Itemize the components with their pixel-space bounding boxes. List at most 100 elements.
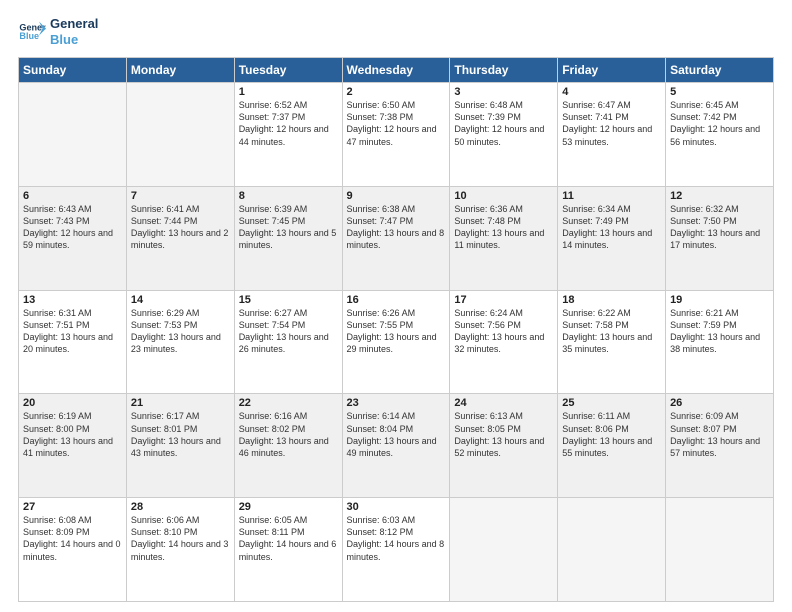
day-info: Sunrise: 6:48 AM Sunset: 7:39 PM Dayligh… <box>454 99 553 148</box>
calendar-cell: 26Sunrise: 6:09 AM Sunset: 8:07 PM Dayli… <box>666 394 774 498</box>
day-number: 12 <box>670 190 769 202</box>
day-number: 22 <box>239 397 338 409</box>
calendar-cell <box>19 83 127 187</box>
day-info: Sunrise: 6:08 AM Sunset: 8:09 PM Dayligh… <box>23 514 122 563</box>
calendar-cell: 3Sunrise: 6:48 AM Sunset: 7:39 PM Daylig… <box>450 83 558 187</box>
calendar-week-row: 27Sunrise: 6:08 AM Sunset: 8:09 PM Dayli… <box>19 498 774 602</box>
day-of-week-header: Tuesday <box>234 58 342 83</box>
day-number: 7 <box>131 190 230 202</box>
calendar-header-row: SundayMondayTuesdayWednesdayThursdayFrid… <box>19 58 774 83</box>
calendar-cell: 15Sunrise: 6:27 AM Sunset: 7:54 PM Dayli… <box>234 290 342 394</box>
calendar-cell: 7Sunrise: 6:41 AM Sunset: 7:44 PM Daylig… <box>126 186 234 290</box>
day-number: 20 <box>23 397 122 409</box>
day-number: 25 <box>562 397 661 409</box>
day-number: 11 <box>562 190 661 202</box>
page-header: General Blue General Blue <box>18 16 774 47</box>
day-number: 14 <box>131 294 230 306</box>
day-number: 4 <box>562 86 661 98</box>
calendar-week-row: 20Sunrise: 6:19 AM Sunset: 8:00 PM Dayli… <box>19 394 774 498</box>
day-info: Sunrise: 6:27 AM Sunset: 7:54 PM Dayligh… <box>239 307 338 356</box>
calendar-week-row: 6Sunrise: 6:43 AM Sunset: 7:43 PM Daylig… <box>19 186 774 290</box>
calendar-cell: 22Sunrise: 6:16 AM Sunset: 8:02 PM Dayli… <box>234 394 342 498</box>
calendar-cell: 8Sunrise: 6:39 AM Sunset: 7:45 PM Daylig… <box>234 186 342 290</box>
calendar-cell: 20Sunrise: 6:19 AM Sunset: 8:00 PM Dayli… <box>19 394 127 498</box>
day-info: Sunrise: 6:36 AM Sunset: 7:48 PM Dayligh… <box>454 203 553 252</box>
day-info: Sunrise: 6:50 AM Sunset: 7:38 PM Dayligh… <box>347 99 446 148</box>
day-info: Sunrise: 6:38 AM Sunset: 7:47 PM Dayligh… <box>347 203 446 252</box>
day-info: Sunrise: 6:09 AM Sunset: 8:07 PM Dayligh… <box>670 410 769 459</box>
calendar-cell: 1Sunrise: 6:52 AM Sunset: 7:37 PM Daylig… <box>234 83 342 187</box>
day-number: 5 <box>670 86 769 98</box>
calendar-cell: 6Sunrise: 6:43 AM Sunset: 7:43 PM Daylig… <box>19 186 127 290</box>
day-number: 23 <box>347 397 446 409</box>
day-number: 19 <box>670 294 769 306</box>
day-info: Sunrise: 6:24 AM Sunset: 7:56 PM Dayligh… <box>454 307 553 356</box>
calendar-cell: 12Sunrise: 6:32 AM Sunset: 7:50 PM Dayli… <box>666 186 774 290</box>
day-number: 6 <box>23 190 122 202</box>
day-info: Sunrise: 6:31 AM Sunset: 7:51 PM Dayligh… <box>23 307 122 356</box>
day-of-week-header: Thursday <box>450 58 558 83</box>
day-number: 8 <box>239 190 338 202</box>
day-of-week-header: Sunday <box>19 58 127 83</box>
day-number: 29 <box>239 501 338 513</box>
day-info: Sunrise: 6:34 AM Sunset: 7:49 PM Dayligh… <box>562 203 661 252</box>
calendar-cell: 18Sunrise: 6:22 AM Sunset: 7:58 PM Dayli… <box>558 290 666 394</box>
day-number: 9 <box>347 190 446 202</box>
day-number: 24 <box>454 397 553 409</box>
day-of-week-header: Saturday <box>666 58 774 83</box>
day-number: 16 <box>347 294 446 306</box>
calendar-cell: 17Sunrise: 6:24 AM Sunset: 7:56 PM Dayli… <box>450 290 558 394</box>
day-number: 13 <box>23 294 122 306</box>
day-info: Sunrise: 6:05 AM Sunset: 8:11 PM Dayligh… <box>239 514 338 563</box>
day-number: 21 <box>131 397 230 409</box>
day-info: Sunrise: 6:32 AM Sunset: 7:50 PM Dayligh… <box>670 203 769 252</box>
day-number: 2 <box>347 86 446 98</box>
svg-text:Blue: Blue <box>19 31 39 41</box>
calendar-cell: 19Sunrise: 6:21 AM Sunset: 7:59 PM Dayli… <box>666 290 774 394</box>
calendar-cell: 14Sunrise: 6:29 AM Sunset: 7:53 PM Dayli… <box>126 290 234 394</box>
calendar-cell: 27Sunrise: 6:08 AM Sunset: 8:09 PM Dayli… <box>19 498 127 602</box>
day-info: Sunrise: 6:47 AM Sunset: 7:41 PM Dayligh… <box>562 99 661 148</box>
day-info: Sunrise: 6:06 AM Sunset: 8:10 PM Dayligh… <box>131 514 230 563</box>
day-number: 17 <box>454 294 553 306</box>
day-number: 27 <box>23 501 122 513</box>
day-number: 18 <box>562 294 661 306</box>
logo-general: General <box>50 16 98 32</box>
calendar-cell: 23Sunrise: 6:14 AM Sunset: 8:04 PM Dayli… <box>342 394 450 498</box>
logo-blue: Blue <box>50 32 98 48</box>
day-info: Sunrise: 6:22 AM Sunset: 7:58 PM Dayligh… <box>562 307 661 356</box>
day-of-week-header: Wednesday <box>342 58 450 83</box>
calendar-week-row: 13Sunrise: 6:31 AM Sunset: 7:51 PM Dayli… <box>19 290 774 394</box>
day-info: Sunrise: 6:29 AM Sunset: 7:53 PM Dayligh… <box>131 307 230 356</box>
day-info: Sunrise: 6:21 AM Sunset: 7:59 PM Dayligh… <box>670 307 769 356</box>
day-info: Sunrise: 6:41 AM Sunset: 7:44 PM Dayligh… <box>131 203 230 252</box>
calendar-cell: 24Sunrise: 6:13 AM Sunset: 8:05 PM Dayli… <box>450 394 558 498</box>
day-info: Sunrise: 6:03 AM Sunset: 8:12 PM Dayligh… <box>347 514 446 563</box>
calendar-cell: 4Sunrise: 6:47 AM Sunset: 7:41 PM Daylig… <box>558 83 666 187</box>
calendar-cell <box>666 498 774 602</box>
day-info: Sunrise: 6:16 AM Sunset: 8:02 PM Dayligh… <box>239 410 338 459</box>
day-info: Sunrise: 6:17 AM Sunset: 8:01 PM Dayligh… <box>131 410 230 459</box>
calendar-table: SundayMondayTuesdayWednesdayThursdayFrid… <box>18 57 774 602</box>
logo: General Blue General Blue <box>18 16 98 47</box>
day-number: 10 <box>454 190 553 202</box>
day-number: 3 <box>454 86 553 98</box>
day-number: 26 <box>670 397 769 409</box>
day-info: Sunrise: 6:14 AM Sunset: 8:04 PM Dayligh… <box>347 410 446 459</box>
day-number: 1 <box>239 86 338 98</box>
day-info: Sunrise: 6:19 AM Sunset: 8:00 PM Dayligh… <box>23 410 122 459</box>
day-info: Sunrise: 6:13 AM Sunset: 8:05 PM Dayligh… <box>454 410 553 459</box>
day-of-week-header: Monday <box>126 58 234 83</box>
calendar-cell <box>450 498 558 602</box>
calendar-cell: 13Sunrise: 6:31 AM Sunset: 7:51 PM Dayli… <box>19 290 127 394</box>
calendar-cell <box>558 498 666 602</box>
calendar-cell: 5Sunrise: 6:45 AM Sunset: 7:42 PM Daylig… <box>666 83 774 187</box>
calendar-cell: 30Sunrise: 6:03 AM Sunset: 8:12 PM Dayli… <box>342 498 450 602</box>
calendar-cell: 2Sunrise: 6:50 AM Sunset: 7:38 PM Daylig… <box>342 83 450 187</box>
logo-icon: General Blue <box>18 18 46 46</box>
day-number: 30 <box>347 501 446 513</box>
day-info: Sunrise: 6:39 AM Sunset: 7:45 PM Dayligh… <box>239 203 338 252</box>
day-of-week-header: Friday <box>558 58 666 83</box>
day-info: Sunrise: 6:26 AM Sunset: 7:55 PM Dayligh… <box>347 307 446 356</box>
calendar-cell: 16Sunrise: 6:26 AM Sunset: 7:55 PM Dayli… <box>342 290 450 394</box>
